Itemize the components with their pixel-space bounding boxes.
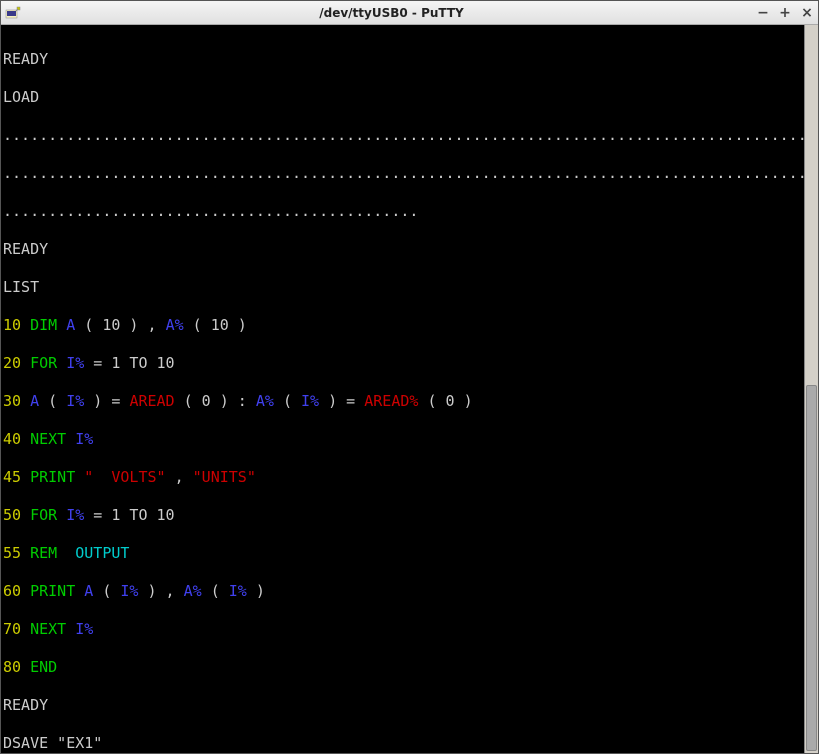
- line-80: 80 END: [3, 658, 816, 677]
- line-load: LOAD: [3, 88, 816, 107]
- line-list: LIST: [3, 278, 816, 297]
- putty-app-icon: [5, 5, 21, 21]
- line-40: 40 NEXT I%: [3, 430, 816, 449]
- minimize-button[interactable]: −: [756, 6, 770, 20]
- line-20: 20 FOR I% = 1 TO 10: [3, 354, 816, 373]
- line-60: 60 PRINT A ( I% ) , A% ( I% ): [3, 582, 816, 601]
- terminal-area[interactable]: READY LOAD .............................…: [1, 25, 818, 753]
- window-controls: − + ×: [756, 6, 814, 20]
- line-45: 45 PRINT " VOLTS" , "UNITS": [3, 468, 816, 487]
- line-50: 50 FOR I% = 1 TO 10: [3, 506, 816, 525]
- line-dots: ........................................…: [3, 202, 816, 221]
- putty-window: /dev/ttyUSB0 - PuTTY − + × READY LOAD ..…: [0, 0, 819, 754]
- line-ready: READY: [3, 240, 816, 259]
- close-button[interactable]: ×: [800, 6, 814, 20]
- line-dsave: DSAVE "EX1": [3, 734, 816, 753]
- line-dots: ........................................…: [3, 164, 816, 183]
- maximize-button[interactable]: +: [778, 6, 792, 20]
- titlebar[interactable]: /dev/ttyUSB0 - PuTTY − + ×: [1, 1, 818, 25]
- line-30: 30 A ( I% ) = AREAD ( 0 ) : A% ( I% ) = …: [3, 392, 816, 411]
- line-dots: ........................................…: [3, 126, 816, 145]
- line-10: 10 DIM A ( 10 ) , A% ( 10 ): [3, 316, 816, 335]
- scrollbar[interactable]: [804, 25, 818, 753]
- line-70: 70 NEXT I%: [3, 620, 816, 639]
- scrollbar-thumb[interactable]: [806, 385, 817, 751]
- line-ready: READY: [3, 50, 816, 69]
- line-ready: READY: [3, 696, 816, 715]
- line-55: 55 REM OUTPUT: [3, 544, 816, 563]
- window-title: /dev/ttyUSB0 - PuTTY: [27, 6, 756, 20]
